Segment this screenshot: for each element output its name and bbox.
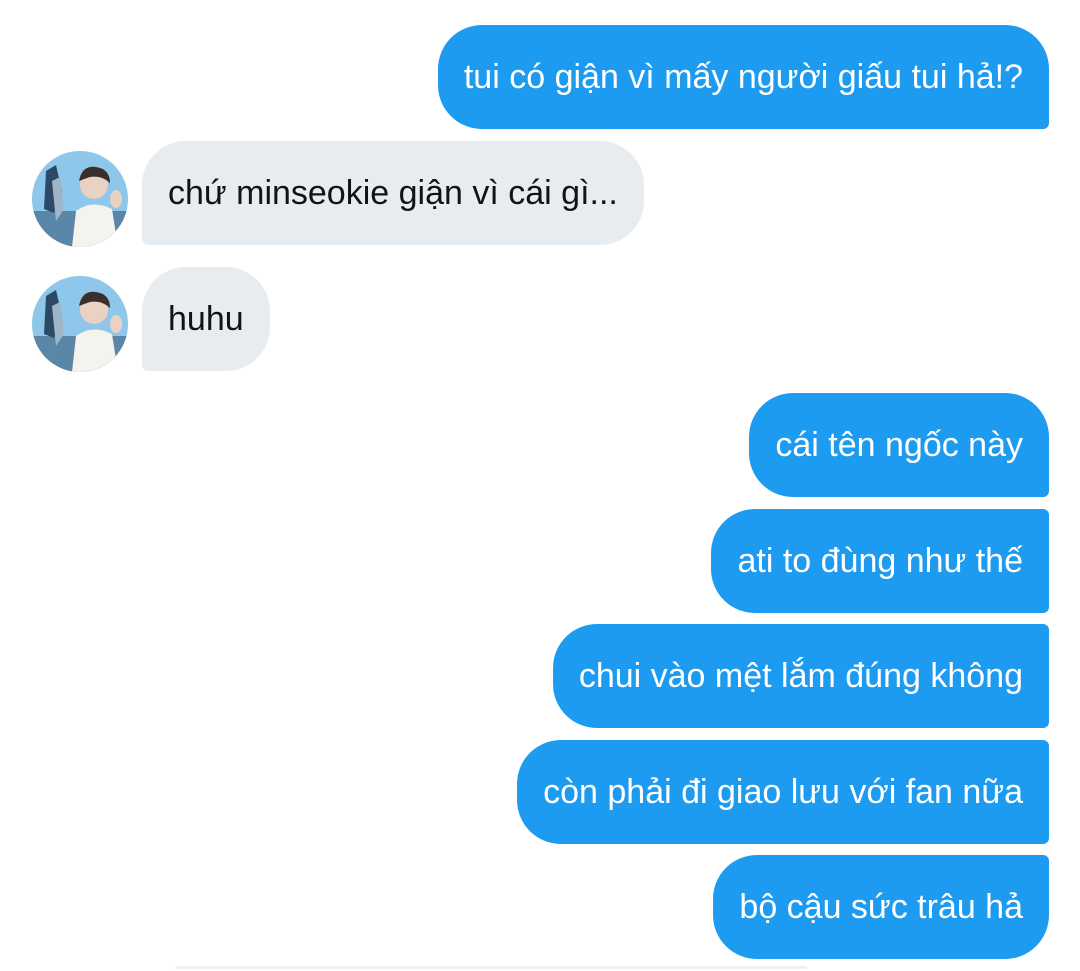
outgoing-message-bubble[interactable]: ati to đùng như thế <box>711 509 1049 613</box>
contact-avatar-icon[interactable] <box>32 151 128 247</box>
incoming-message-bubble[interactable]: huhu <box>142 267 270 371</box>
outgoing-message-bubble[interactable]: chui vào mệt lắm đúng không <box>552 624 1049 728</box>
avatar-photo <box>32 151 128 247</box>
outgoing-message-bubble[interactable]: cái tên ngốc này <box>749 393 1049 497</box>
avatar-photo <box>32 276 128 372</box>
outgoing-message-bubble[interactable]: bộ cậu sức trâu hả <box>713 855 1049 959</box>
outgoing-message-bubble[interactable]: tui có giận vì mấy người giấu tui hả!? <box>437 25 1049 129</box>
divider <box>175 966 807 969</box>
incoming-message-bubble[interactable]: chứ minseokie giận vì cái gì... <box>142 141 644 245</box>
outgoing-message-bubble[interactable]: còn phải đi giao lưu với fan nữa <box>517 740 1049 844</box>
contact-avatar-icon[interactable] <box>32 276 128 372</box>
chat-thread: tui có giận vì mấy người giấu tui hả!? c… <box>0 0 1080 971</box>
